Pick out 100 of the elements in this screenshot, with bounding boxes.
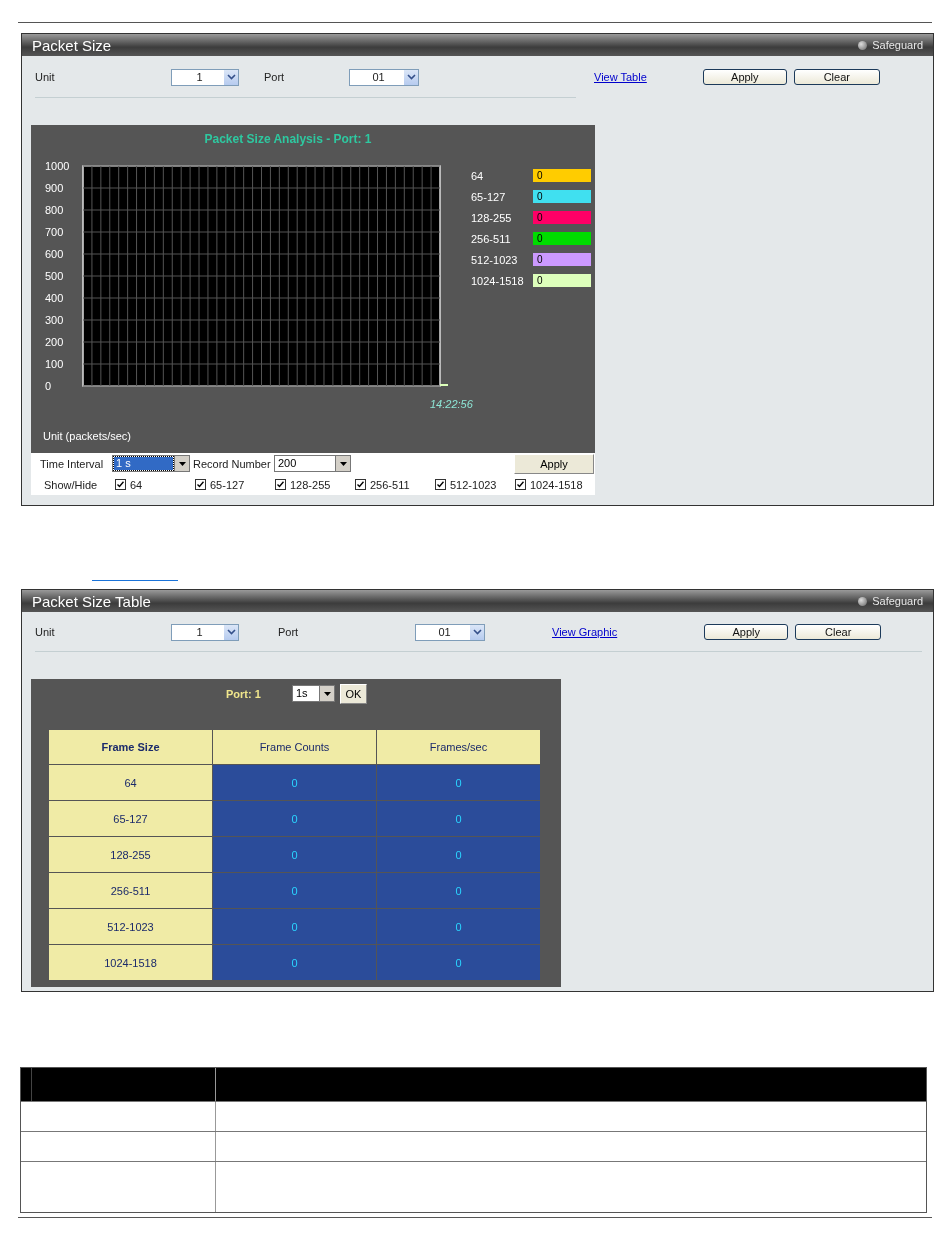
column-header: Frame Size [49,730,212,764]
check-icon [277,481,284,488]
clear-button[interactable]: Clear [793,69,880,85]
table-cell: 0 [213,801,376,836]
chart-title: Packet Size Analysis - Port: 1 [203,131,373,148]
checkbox[interactable] [195,479,206,490]
table-cell: 0 [213,945,376,980]
chevron-down-icon [406,74,416,80]
legend-label: 64 [471,169,485,182]
legend-label: 128-255 [471,211,513,224]
time-interval-select[interactable]: 1 s [112,455,190,472]
view-link[interactable]: View Graphic [552,626,618,638]
table-cell: 1024-1518 [49,945,212,980]
ok-button[interactable]: OK [340,683,367,704]
check-icon [517,481,524,488]
caret-icon [323,691,331,696]
port-label: Port [264,71,286,83]
status-indicator-icon [858,596,868,606]
table-cell: 65-127 [49,801,212,836]
checkbox-label: 256-511 [370,478,410,491]
legend-value: 0 [533,232,591,245]
y-axis-label: 200 [45,336,64,348]
table-cell: 0 [377,837,540,872]
check-icon [437,481,444,488]
column-header: Frames/sec [377,730,540,764]
port-select[interactable]: 01 [349,68,419,86]
panel-title: Packet Size [32,36,112,54]
table-cell: 0 [377,945,540,980]
table-cell: 0 [213,765,376,800]
y-axis-label: 800 [45,204,64,216]
y-axis-label: 400 [45,292,64,304]
check-icon [117,481,124,488]
checkbox-label: 64 [130,478,143,491]
check-icon [197,481,204,488]
unit-select[interactable]: 1 [171,68,239,86]
port-select[interactable]: 01 [415,623,485,641]
table-cell: 0 [377,801,540,836]
apply-button[interactable]: Apply [514,453,594,474]
legend-value: 0 [533,253,591,266]
checkbox-label: 1024-1518 [530,478,583,491]
unit-label: Unit [35,71,56,83]
chevron-down-icon [226,74,236,80]
checkbox[interactable] [275,479,286,490]
table-cell: 0 [213,873,376,908]
status-indicator-icon [858,40,868,50]
table-cell: 0 [213,837,376,872]
interval-select[interactable]: 1s [292,685,335,702]
trace-line [439,384,449,386]
y-axis-label: 100 [45,358,64,370]
table-cell: 64 [49,765,212,800]
checkbox-label: 65-127 [210,478,245,491]
unit-select[interactable]: 1 [171,623,239,641]
chevron-down-icon [226,629,236,635]
port-label: Port [278,626,300,638]
port-heading: Port: 1 [226,687,262,700]
apply-button[interactable]: Apply [704,624,789,640]
clear-button[interactable]: Clear [795,624,882,640]
table-cell: 0 [377,765,540,800]
checkbox[interactable] [115,479,126,490]
table-cell: 0 [377,873,540,908]
column-header: Frame Counts [213,730,376,764]
checkbox[interactable] [515,479,526,490]
caret-icon [339,461,347,466]
view-link[interactable]: View Table [594,71,647,83]
time-interval-label: Time Interval [40,457,105,470]
y-axis-label: 500 [45,270,64,282]
checkbox[interactable] [355,479,366,490]
unit-label: Unit [35,626,56,638]
safeguard-label: Safeguard [872,595,923,607]
record-number-label: Record Number [193,457,272,470]
apply-button[interactable]: Apply [702,69,787,85]
unit-caption: Unit (packets/sec) [43,429,132,442]
legend-label: 1024-1518 [471,274,525,287]
y-axis-label: 900 [45,182,64,194]
legend-value: 0 [533,169,591,182]
panel-title: Packet Size Table [32,592,151,610]
record-number-select[interactable]: 200 [274,455,351,472]
legend-value: 0 [533,190,591,203]
time-label: 14:22:56 [430,398,473,410]
checkbox[interactable] [435,479,446,490]
chevron-down-icon [472,629,482,635]
legend-value: 0 [533,211,591,224]
show-hide-label: Show/Hide [43,478,99,491]
checkbox-label: 128-255 [290,478,331,491]
legend-label: 512-1023 [471,253,519,266]
table-cell: 0 [377,909,540,944]
y-axis-label: 0 [45,380,52,392]
y-axis-label: 600 [45,248,64,260]
table-cell: 512-1023 [49,909,212,944]
table-cell: 128-255 [49,837,212,872]
safeguard-label: Safeguard [872,39,923,51]
y-axis-label: 1000 [45,160,70,172]
table-cell: 0 [213,909,376,944]
checkbox-label: 512-1023 [450,478,497,491]
caret-icon [178,461,186,466]
y-axis-label: 300 [45,314,64,326]
table-cell: 256-511 [49,873,212,908]
legend-label: 65-127 [471,190,507,203]
legend-value: 0 [533,274,591,287]
check-icon [357,481,364,488]
